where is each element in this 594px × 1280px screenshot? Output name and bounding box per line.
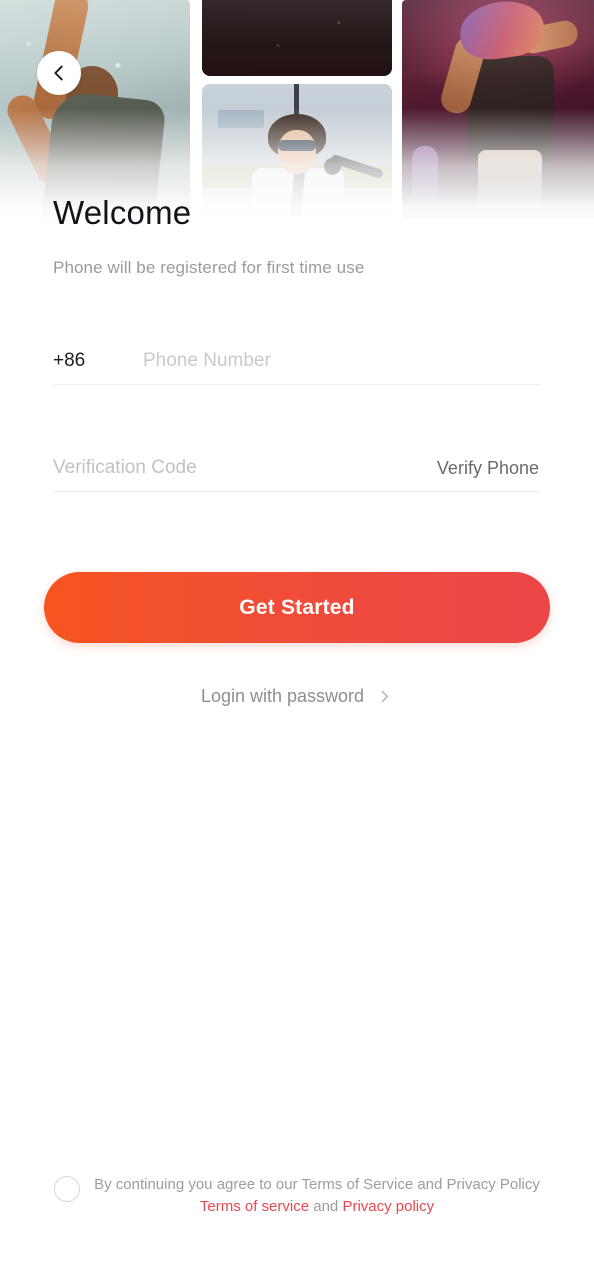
privacy-policy-link[interactable]: Privacy policy <box>342 1198 434 1215</box>
verification-code-field-group: Verify Phone <box>53 445 541 492</box>
daylight-singer-sunglasses-photo <box>202 84 392 218</box>
terms-conjunction: and <box>313 1197 339 1215</box>
welcome-login-screen: Welcome Phone will be registered for fir… <box>0 0 594 1280</box>
phone-field-divider <box>53 384 541 385</box>
terms-notice: By continuing you agree to our Terms of … <box>94 1176 540 1193</box>
verification-code-field-divider <box>53 491 541 492</box>
purple-stage-performer-photo <box>402 0 594 218</box>
login-with-password-label: Login with password <box>200 686 365 706</box>
terms-links-line: Terms of service and Privacy policy <box>94 1196 540 1218</box>
phone-field-group: +86 <box>53 338 541 385</box>
verify-phone-button[interactable]: Verify Phone <box>435 458 541 479</box>
page-title: Welcome <box>53 194 192 231</box>
chevron-right-icon <box>376 688 393 705</box>
page-subtitle: Phone will be registered for first time … <box>53 258 365 277</box>
chevron-left-icon <box>48 62 70 84</box>
get-started-button[interactable]: Get Started <box>44 572 550 643</box>
terms-text-block: By continuing you agree to our Terms of … <box>94 1174 540 1218</box>
stage-performer-smoke-photo <box>0 0 190 218</box>
terms-of-service-link[interactable]: Terms of service <box>200 1198 309 1215</box>
login-with-password-button[interactable]: Login with password <box>0 686 594 707</box>
verification-code-input[interactable] <box>53 445 435 491</box>
terms-footer: By continuing you agree to our Terms of … <box>0 1174 594 1218</box>
phone-input[interactable] <box>143 338 541 384</box>
agree-terms-checkbox[interactable] <box>54 1176 81 1202</box>
country-code-label[interactable]: +86 <box>53 350 143 372</box>
back-button[interactable] <box>37 51 81 95</box>
dark-concert-photo <box>202 0 392 76</box>
